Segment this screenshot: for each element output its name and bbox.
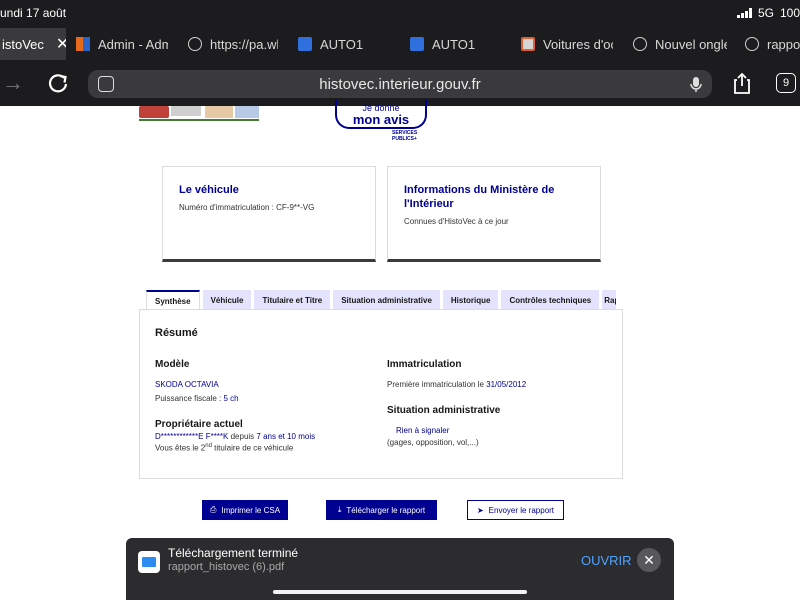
first-immat-prefix: Première immatriculation le <box>387 380 487 389</box>
microphone-icon[interactable] <box>690 76 702 93</box>
download-icon: ⤓ <box>337 505 342 514</box>
tab-synthese[interactable]: Synthèse <box>146 290 200 310</box>
model-value: SKODA OCTAVIA <box>155 380 219 389</box>
ministry-card: Informations du Ministère de l'Intérieur… <box>387 166 601 262</box>
owner-label: Propriétaire actuel <box>155 419 243 430</box>
tab-label: istoVec <box>2 36 44 52</box>
print-csa-button[interactable]: ⎙ Imprimer le CSA <box>202 500 288 520</box>
forward-arrow-icon[interactable]: → <box>2 70 24 96</box>
cellular-signal-icon <box>736 8 752 18</box>
close-icon[interactable]: ✕ <box>56 34 66 54</box>
fiscal-label: Puissance fiscale : <box>155 394 224 403</box>
tab-label: Nouvel onglet <box>655 36 727 52</box>
titulaire-line: Vous êtes le 2nd titulaire de ce véhicul… <box>155 443 293 453</box>
browser-tab-nouvel[interactable]: Nouvel onglet <box>633 28 727 60</box>
browser-tab-pa[interactable]: https://pa.wk <box>188 28 278 60</box>
vehicle-card-title: Le véhicule <box>179 184 239 196</box>
browser-tab-rapport[interactable]: rappor <box>745 28 800 60</box>
browser-tab-histovec[interactable]: istoVec ✕ <box>0 28 66 60</box>
titulaire-prefix: Vous êtes le 2 <box>155 443 206 453</box>
je-donne-mon-avis-badge[interactable]: Je donne mon avis <box>335 100 427 129</box>
tab-rapport[interactable]: Rap <box>602 290 617 310</box>
admin-label: Situation administrative <box>387 405 501 416</box>
battery-level: 100 <box>779 6 800 20</box>
owner-name: D************E F****K <box>155 432 229 441</box>
auto1-favicon-icon <box>298 37 312 51</box>
browser-tab-strip: istoVec ✕ Admin - Adm https://pa.wk AUTO… <box>0 28 800 60</box>
auto1-favicon-icon <box>410 37 424 51</box>
browser-tab-admin[interactable]: Admin - Adm <box>76 28 168 60</box>
tab-historique[interactable]: Historique <box>442 290 499 310</box>
fiscal-power: Puissance fiscale : 5 ch <box>155 394 239 403</box>
browser-tab-auto1-a[interactable]: AUTO1 <box>298 28 390 60</box>
owner-since-prefix: depuis <box>228 432 257 441</box>
send-label: Envoyer le rapport <box>488 505 555 515</box>
admin-favicon-icon <box>76 37 90 51</box>
home-indicator <box>273 590 527 594</box>
tab-vehicule[interactable]: Véhicule <box>202 290 252 310</box>
globe-icon <box>188 37 202 51</box>
globe-icon <box>633 37 647 51</box>
tab-label: Admin - Adm <box>98 36 168 52</box>
globe-icon <box>745 37 759 51</box>
browser-tab-voitures[interactable]: Voitures d'oc <box>521 28 613 60</box>
download-filename: rapport_histovec (6).pdf <box>168 561 285 573</box>
page-settings-icon[interactable] <box>98 76 114 92</box>
tab-label: AUTO1 <box>432 36 476 52</box>
ministry-card-title: Informations du Ministère de l'Intérieur <box>404 184 555 210</box>
download-report-button[interactable]: ⤓ Télécharger le rapport <box>326 500 437 520</box>
print-label: Imprimer le CSA <box>221 505 281 515</box>
tab-situation[interactable]: Situation administrative <box>333 290 440 310</box>
send-report-button[interactable]: ➤ Envoyer le rapport <box>467 500 564 520</box>
owner-line: D************E F****K depuis 7 ans et 10… <box>155 432 315 441</box>
close-toast-button[interactable]: ✕ <box>637 548 661 572</box>
avis-line2: mon avis <box>352 112 410 127</box>
titulaire-suffix: titulaire de ce véhicule <box>211 443 294 453</box>
send-icon: ➤ <box>476 505 484 515</box>
services-publics-text: SERVICES PUBLICS+ <box>392 130 418 142</box>
address-bar[interactable]: histovec.interieur.gouv.fr <box>88 70 712 98</box>
tab-titulaire[interactable]: Titulaire et Titre <box>254 290 331 310</box>
fiscal-value: 5 ch <box>223 394 239 403</box>
tab-label: rappor <box>767 36 800 52</box>
model-label: Modèle <box>155 359 190 370</box>
download-title: Téléchargement terminé <box>168 546 299 560</box>
admin-value: Rien à signaler <box>396 426 450 435</box>
vehicle-plate-text: Numéro d'immatriculation : CF-9**-VG <box>179 203 315 212</box>
tab-label: AUTO1 <box>320 36 364 52</box>
first-immat: Première immatriculation le 31/05/2012 <box>387 380 526 389</box>
first-immat-date: 31/05/2012 <box>486 380 527 389</box>
report-tabs: Synthèse Véhicule Titulaire et Titre Sit… <box>146 290 617 310</box>
status-bar: undi 17 août 5G 100 <box>0 0 800 28</box>
url-text: histovec.interieur.gouv.fr <box>319 75 481 93</box>
titulaire-sup: nd <box>205 443 212 449</box>
reload-icon[interactable] <box>47 72 69 94</box>
download-label: Télécharger le rapport <box>346 505 426 515</box>
browser-tab-auto1-b[interactable]: AUTO1 <box>410 28 502 60</box>
status-right: 5G 100 <box>736 6 800 20</box>
ministry-card-text: Connues d'HistoVec à ce jour <box>404 217 509 226</box>
admin-note: (gages, opposition, vol,...) <box>387 438 479 447</box>
summary-title: Résumé <box>155 327 198 339</box>
summary-panel: Résumé Modèle SKODA OCTAVIA Puissance fi… <box>139 309 623 479</box>
tab-count-button[interactable]: 9 <box>776 73 796 93</box>
folder-icon <box>138 551 160 573</box>
services-publics-logo: SERVICES PUBLICS+ <box>392 130 432 142</box>
status-time: undi 17 août <box>0 6 67 20</box>
share-icon[interactable] <box>733 72 751 94</box>
vehicle-card: Le véhicule Numéro d'immatriculation : C… <box>162 166 376 262</box>
tab-controles[interactable]: Contrôles techniques <box>501 290 600 310</box>
image-favicon-icon <box>521 37 535 51</box>
immat-label: Immatriculation <box>387 359 462 370</box>
tab-count: 9 <box>782 77 790 89</box>
car-illustration <box>139 106 259 122</box>
open-button[interactable]: OUVRIR <box>581 553 632 568</box>
network-type: 5G <box>757 6 774 20</box>
close-icon: ✕ <box>643 551 655 568</box>
tab-label: Voitures d'oc <box>543 36 613 52</box>
printer-icon: ⎙ <box>209 505 217 514</box>
owner-since: 7 ans et 10 mois <box>256 432 316 441</box>
tab-label: https://pa.wk <box>210 36 278 52</box>
